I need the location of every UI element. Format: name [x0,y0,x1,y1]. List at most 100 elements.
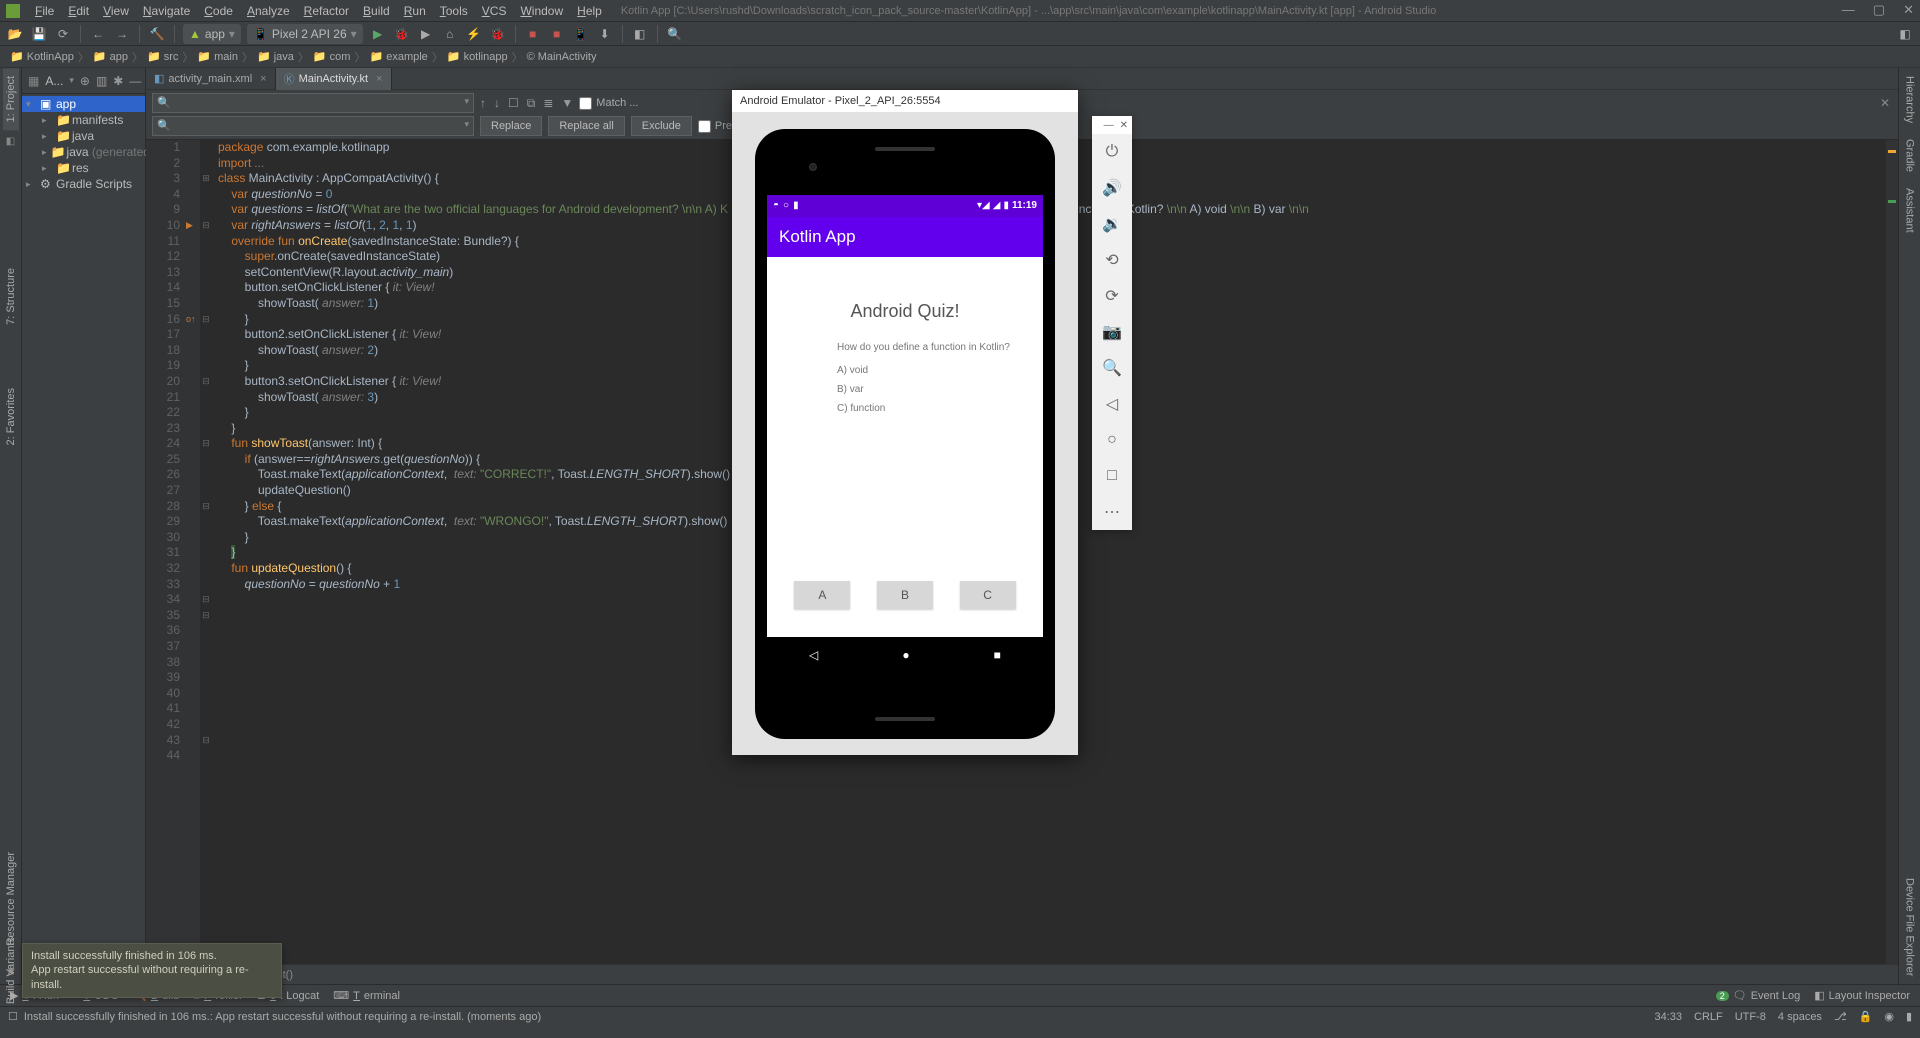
menu-analyze[interactable]: Analyze [240,2,297,20]
crumb-kotlinapp[interactable]: 📁 KotlinApp [6,50,78,63]
menu-navigate[interactable]: Navigate [136,2,197,20]
home-nav-icon[interactable]: ● [902,648,909,662]
project-tool-tab[interactable]: 1: Project [3,68,19,130]
rotate-right-icon[interactable]: ⟳ [1092,278,1132,314]
indent-info[interactable]: 4 spaces [1778,1011,1822,1023]
menu-window[interactable]: Window [513,2,570,20]
line-separator[interactable]: CRLF [1694,1011,1723,1023]
emu-overview-icon[interactable]: □ [1092,458,1132,494]
file-encoding[interactable]: UTF-8 [1735,1011,1766,1023]
tree-manifests[interactable]: ▸📁manifests [22,112,145,128]
build-icon[interactable]: 🔨 [148,25,166,43]
back-nav-icon[interactable]: ◁ [809,648,818,662]
error-stripe[interactable] [1886,140,1898,964]
bottom-tab-layoutinspector[interactable]: ◧ Layout Inspector [1814,989,1910,1002]
inspector-icon[interactable]: ◉ [1884,1010,1894,1023]
rotate-left-icon[interactable]: ⟲ [1092,242,1132,278]
tree-java[interactable]: ▸📁java (generated) [22,144,145,160]
camera-icon[interactable]: 📷 [1092,314,1132,350]
profile-icon[interactable]: ⌂ [441,25,459,43]
build-variants-tab[interactable]: Build Variants [5,937,17,1004]
find-next-icon[interactable]: ↓ [494,96,500,111]
project-crosshair-icon[interactable]: ⊕ [80,74,90,88]
save-icon[interactable]: 💾 [30,25,48,43]
emu-minimize-icon[interactable]: — [1104,120,1114,131]
project-filter-icon[interactable]: ▥ [96,74,107,88]
emu-close-icon[interactable]: ✕ [1120,120,1128,131]
replace-button[interactable]: Replace [480,116,542,136]
find-close-icon[interactable]: ✕ [1880,96,1890,110]
replace-all-button[interactable]: Replace all [548,116,624,136]
menu-code[interactable]: Code [197,2,240,20]
menu-run[interactable]: Run [397,2,433,20]
gradle-tab[interactable]: Gradle [1902,131,1918,180]
project-root[interactable]: ▾▣app [22,96,145,112]
menu-tools[interactable]: Tools [433,2,475,20]
answer-button-c[interactable]: C [960,581,1016,609]
close-button[interactable]: ✕ [1903,2,1914,18]
back-icon[interactable]: ← [89,25,107,43]
tree-res[interactable]: ▸📁res [22,160,145,176]
menu-view[interactable]: View [96,2,136,20]
maximize-button[interactable]: ▢ [1873,2,1885,18]
recents-nav-icon[interactable]: ■ [994,648,1001,662]
match-case-check[interactable]: Match ... [579,97,638,110]
menu-build[interactable]: Build [356,2,397,20]
menu-file[interactable]: File [28,2,61,20]
emu-more-icon[interactable]: ⋯ [1092,494,1132,530]
menu-help[interactable]: Help [570,2,609,20]
run-icon[interactable]: ▶ [369,25,387,43]
debug-icon[interactable]: 🐞 [393,25,411,43]
crumb-mainactivity[interactable]: © MainActivity [523,51,601,63]
phone-screen[interactable]: ◓○▮ ▾◢◢▮11:19 Kotlin App Android Quiz! H… [767,195,1043,673]
bottom-tab-terminal[interactable]: ⌨ Terminal [333,989,400,1002]
volume-up-icon[interactable]: 🔊 [1092,170,1132,206]
find-select-all-icon[interactable]: ☐ [508,96,519,111]
tab-MainActivity.kt[interactable]: Ⓚ MainActivity.kt × [276,68,392,90]
crumb-kotlinapp[interactable]: 📁 kotlinapp [443,50,512,63]
project-settings-icon[interactable]: ✱ [113,74,123,88]
ide-settings-icon[interactable]: ◧ [1896,25,1914,43]
tab-activity_main.xml[interactable]: ◧ activity_main.xml × [146,68,276,90]
crumb-com[interactable]: 📁 com [309,50,355,63]
find-prev-icon[interactable]: ↑ [480,96,486,111]
find-input[interactable]: 🔍 ▾ [152,93,474,113]
emulator-title-bar[interactable]: Android Emulator - Pixel_2_API_26:5554 [732,90,1078,112]
attach-debugger-icon[interactable]: 🐞 [489,25,507,43]
exclude-button[interactable]: Exclude [631,116,692,136]
open-icon[interactable]: 📂 [6,25,24,43]
assistant-tab[interactable]: Assistant [1902,180,1918,241]
volume-down-icon[interactable]: 🔉 [1092,206,1132,242]
crumb-java[interactable]: 📁 java [253,50,298,63]
project-collapse-icon[interactable]: — [129,74,141,88]
structure-icon[interactable]: ◧ [631,25,649,43]
emu-back-icon[interactable]: ◁ [1092,386,1132,422]
bottom-tab-eventlog[interactable]: 2 🗨 Event Log [1716,989,1801,1002]
crumb-src[interactable]: 📁 src [143,50,182,63]
apply-changes-icon[interactable]: ⚡ [465,25,483,43]
crumb-example[interactable]: 📁 example [365,50,431,63]
answer-button-a[interactable]: A [794,581,850,609]
hierarchy-tab[interactable]: Hierarchy [1902,68,1918,131]
find-occurrence-icon[interactable]: ≣ [543,96,553,111]
structure-tab[interactable]: 7: Structure [5,268,17,325]
git-branch-icon[interactable]: ⎇ [1834,1010,1847,1023]
device-selector[interactable]: 📱 Pixel 2 API 26 ▾ [247,24,363,44]
find-add-selection-icon[interactable]: ⧉ [527,96,536,111]
answer-button-b[interactable]: B [877,581,933,609]
stop2-icon[interactable]: ■ [548,25,566,43]
device-explorer-tab[interactable]: Device File Explorer [1902,870,1918,984]
stop-icon[interactable]: ■ [524,25,542,43]
search-everywhere-icon[interactable]: 🔍 [666,25,684,43]
crumb-main[interactable]: 📁 main [193,50,242,63]
caret-position[interactable]: 34:33 [1654,1011,1682,1023]
run-config-selector[interactable]: ▲ app ▾ [183,24,241,44]
find-filter-icon[interactable]: ▼ [561,96,573,111]
tree-java[interactable]: ▸📁java [22,128,145,144]
zoom-icon[interactable]: 🔍 [1092,350,1132,386]
menu-vcs[interactable]: VCS [475,2,514,20]
sync-icon[interactable]: ⟳ [54,25,72,43]
sdk-icon[interactable]: ⬇ [596,25,614,43]
replace-input[interactable]: 🔍 ▾ [152,116,474,136]
menu-refactor[interactable]: Refactor [297,2,356,20]
